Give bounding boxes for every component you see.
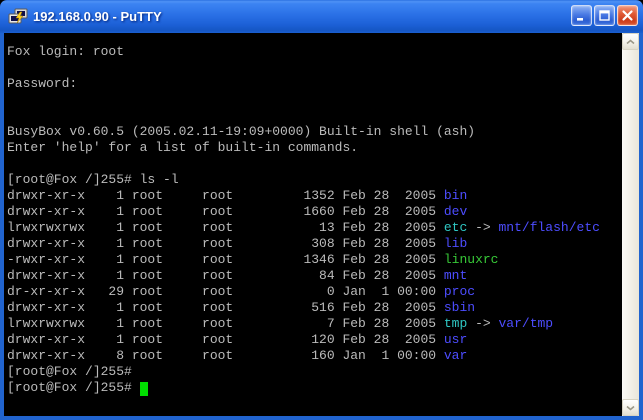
terminal-line: [7, 108, 622, 124]
close-icon: [621, 9, 634, 22]
chevron-down-icon: [626, 405, 635, 411]
terminal-cursor: [140, 382, 148, 396]
terminal-line: drwxr-xr-x 1 root root 308 Feb 28 2005 l…: [7, 236, 622, 252]
terminal-line: [7, 92, 622, 108]
terminal-line: [7, 60, 622, 76]
window-client-area: Fox login: root Password: BusyBox v0.60.5 …: [4, 33, 639, 416]
titlebar[interactable]: 192.168.0.90 - PuTTY: [4, 0, 639, 33]
terminal-line: -rwxr-xr-x 1 root root 1346 Feb 28 2005 …: [7, 252, 622, 268]
terminal-line: drwxr-xr-x 8 root root 160 Jan 1 00:00 v…: [7, 348, 622, 364]
terminal-line: drwxr-xr-x 1 root root 84 Feb 28 2005 mn…: [7, 268, 622, 284]
maximize-icon: [598, 9, 611, 22]
window-controls: [571, 5, 638, 26]
chevron-up-icon: [626, 39, 635, 45]
close-button[interactable]: [617, 5, 638, 26]
terminal-line: [7, 156, 622, 172]
putty-icon[interactable]: [7, 6, 29, 28]
terminal-screen[interactable]: Fox login: root Password: BusyBox v0.60.5 …: [4, 33, 622, 416]
maximize-button[interactable]: [594, 5, 615, 26]
terminal-line: Password:: [7, 76, 622, 92]
scroll-down-button[interactable]: [622, 399, 639, 416]
terminal-line: drwxr-xr-x 1 root root 1660 Feb 28 2005 …: [7, 204, 622, 220]
terminal-line: dr-xr-xr-x 29 root root 0 Jan 1 00:00 pr…: [7, 284, 622, 300]
terminal-line: drwxr-xr-x 1 root root 1352 Feb 28 2005 …: [7, 188, 622, 204]
terminal-line: Enter 'help' for a list of built-in comm…: [7, 140, 622, 156]
terminal-line: [root@Fox /]255# ls -l: [7, 172, 622, 188]
terminal-line: drwxr-xr-x 1 root root 516 Feb 28 2005 s…: [7, 300, 622, 316]
terminal-line: Fox login: root: [7, 44, 622, 60]
putty-window: 192.168.0.90 - PuTTY Fox login: rootPas: [0, 0, 643, 420]
terminal-line: [root@Fox /]255#: [7, 364, 622, 380]
minimize-icon: [575, 9, 588, 22]
terminal-line: [root@Fox /]255#: [7, 380, 622, 396]
scrollbar[interactable]: [622, 33, 639, 416]
window-title: 192.168.0.90 - PuTTY: [33, 9, 571, 24]
terminal-line: lrwxrwxrwx 1 root root 13 Feb 28 2005 et…: [7, 220, 622, 236]
terminal-line: drwxr-xr-x 1 root root 120 Feb 28 2005 u…: [7, 332, 622, 348]
terminal-line: lrwxrwxrwx 1 root root 7 Feb 28 2005 tmp…: [7, 316, 622, 332]
minimize-button[interactable]: [571, 5, 592, 26]
terminal-line: BusyBox v0.60.5 (2005.02.11-19:09+0000) …: [7, 124, 622, 140]
scroll-up-button[interactable]: [622, 33, 639, 50]
